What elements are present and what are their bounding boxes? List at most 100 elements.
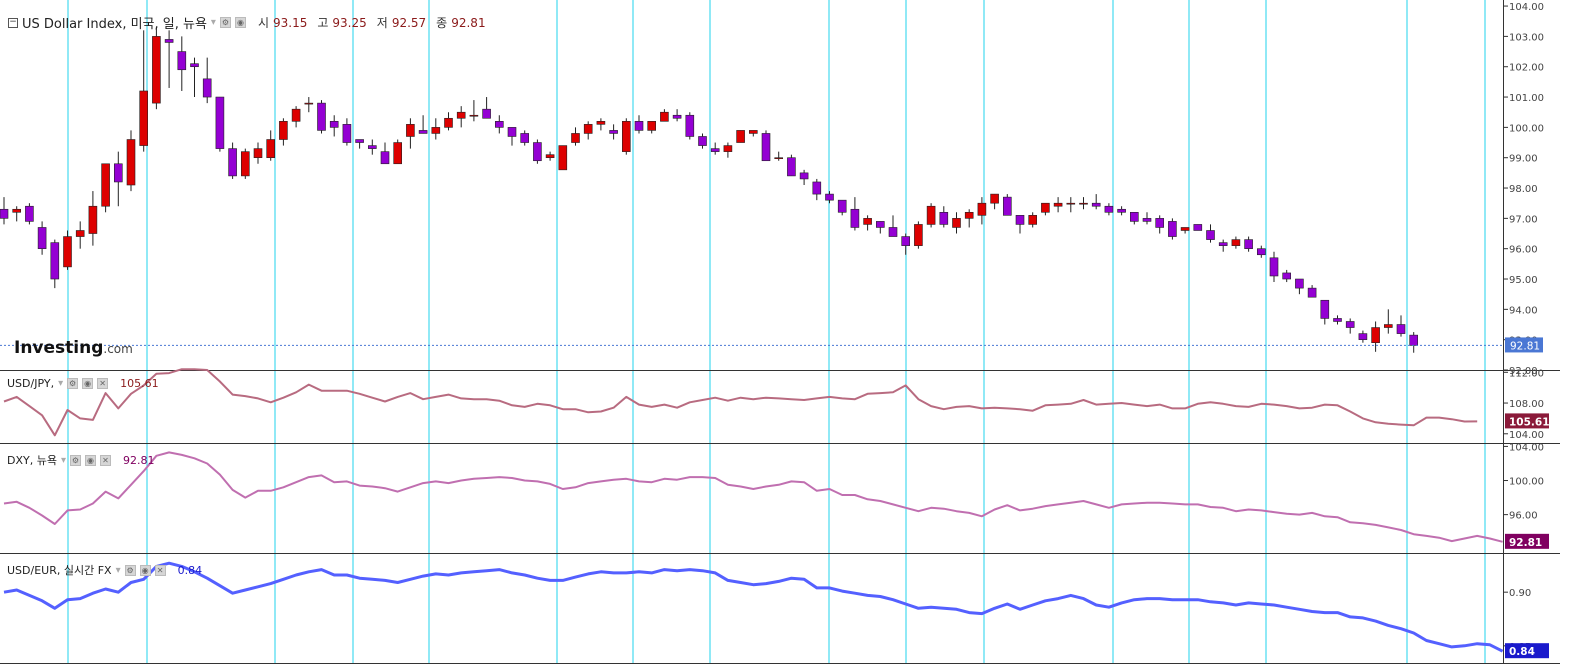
candle-body bbox=[393, 142, 403, 165]
candle-body bbox=[1409, 334, 1418, 346]
ohlc-close-label: 종 bbox=[436, 16, 448, 30]
y-tick-label: 95.00 bbox=[1509, 275, 1538, 286]
candle-body bbox=[1282, 272, 1291, 280]
candle-body bbox=[241, 151, 250, 177]
candle-body bbox=[1053, 202, 1063, 207]
y-tick-label: 103.00 bbox=[1509, 32, 1544, 43]
chevron-down-icon[interactable]: ▾ bbox=[61, 455, 66, 466]
candle-body bbox=[1320, 299, 1330, 319]
candle-body bbox=[380, 151, 390, 165]
candle-body bbox=[317, 102, 326, 131]
candle-body bbox=[253, 148, 263, 159]
candle-body bbox=[1218, 242, 1228, 246]
y-tick-label: 96.00 bbox=[1509, 245, 1538, 256]
candle-body bbox=[164, 39, 174, 43]
close-icon[interactable]: ✕ bbox=[154, 564, 166, 576]
candle-body bbox=[1155, 218, 1164, 228]
candle-body bbox=[444, 117, 453, 128]
candle-body bbox=[202, 78, 212, 98]
candle-body bbox=[177, 51, 187, 71]
candle-body bbox=[304, 102, 314, 105]
settings-icon[interactable]: ⚙ bbox=[67, 378, 79, 389]
candle-body bbox=[139, 90, 148, 146]
candle-body bbox=[342, 124, 352, 143]
visibility-icon[interactable]: ◉ bbox=[139, 564, 151, 576]
dxy-symbol[interactable]: DXY, 뉴욕 bbox=[7, 452, 57, 468]
visibility-icon[interactable]: ◉ bbox=[234, 17, 246, 28]
candle-body bbox=[367, 145, 377, 149]
candle-body bbox=[1345, 321, 1355, 328]
y-tick-label: 104.00 bbox=[1509, 2, 1544, 13]
candle-body bbox=[1002, 196, 1012, 216]
settings-icon[interactable]: ⚙ bbox=[124, 564, 136, 576]
main-legend: − US Dollar Index, 미국, 일, 뉴욕 ▾ ⚙ ◉ 시 93.1… bbox=[8, 13, 486, 32]
candle-body bbox=[825, 193, 834, 201]
y-tick-label: 100.00 bbox=[1509, 123, 1544, 134]
candle-body bbox=[1371, 327, 1380, 344]
candle-body bbox=[494, 121, 504, 128]
candle-body bbox=[355, 139, 364, 143]
candle-body bbox=[469, 114, 479, 117]
y-tick-label: 97.00 bbox=[1509, 214, 1538, 225]
y-tick-label: 0.90 bbox=[1509, 588, 1531, 599]
usdjpy-symbol[interactable]: USD/JPY, bbox=[7, 377, 54, 390]
dxy-series-line-badge-label: 92.81 bbox=[1509, 537, 1542, 549]
visibility-icon[interactable]: ◉ bbox=[82, 378, 94, 389]
candle-body bbox=[850, 208, 860, 228]
candle-body bbox=[723, 145, 733, 152]
y-tick-label: 102.00 bbox=[1509, 63, 1544, 74]
candle-body bbox=[482, 108, 491, 119]
close-icon[interactable]: ✕ bbox=[97, 378, 109, 389]
ohlc-close-value: 92.81 bbox=[451, 15, 486, 30]
collapse-icon[interactable]: − bbox=[8, 17, 18, 28]
candle-body bbox=[533, 142, 542, 162]
candle-body bbox=[456, 111, 466, 119]
settings-icon[interactable]: ⚙ bbox=[70, 454, 81, 466]
dxy-legend: DXY, 뉴욕 ▾ ⚙ ◉ ✕ 92.81 bbox=[7, 452, 155, 468]
ohlc-open-value: 93.15 bbox=[273, 15, 308, 30]
candle-body bbox=[977, 202, 987, 216]
candle-body bbox=[418, 130, 428, 134]
main-symbol[interactable]: US Dollar Index, 미국, 일, 뉴욕 bbox=[22, 13, 207, 32]
usdjpy-series-line-badge-label: 105.61 bbox=[1509, 416, 1550, 428]
candle-body bbox=[926, 205, 936, 225]
investing-logo: Investing.com bbox=[14, 338, 133, 358]
chevron-down-icon[interactable]: ▾ bbox=[58, 378, 63, 389]
chevron-down-icon[interactable]: ▾ bbox=[116, 565, 121, 576]
y-tick-label: 99.00 bbox=[1509, 154, 1538, 165]
visibility-icon[interactable]: ◉ bbox=[85, 454, 96, 466]
candle-body bbox=[520, 133, 530, 143]
candle-body bbox=[101, 163, 110, 207]
candle-body bbox=[837, 199, 847, 213]
usdeur-symbol[interactable]: USD/EUR, 실시간 FX bbox=[7, 562, 112, 578]
candle-body bbox=[215, 96, 225, 149]
usdeur-series-line-badge-label: 0.84 bbox=[1509, 646, 1535, 658]
candle-body bbox=[1091, 202, 1101, 207]
candle-body bbox=[190, 63, 199, 68]
candle-body bbox=[1104, 205, 1114, 213]
candle-body bbox=[406, 124, 415, 137]
usdjpy-value: 105.61 bbox=[120, 377, 159, 390]
y-tick-label: 112.00 bbox=[1509, 368, 1544, 379]
y-tick-label: 100.00 bbox=[1509, 477, 1544, 488]
candle-body bbox=[863, 218, 872, 225]
candle-body bbox=[1269, 257, 1279, 277]
candle-body bbox=[152, 36, 161, 104]
candle-body bbox=[1180, 227, 1190, 231]
close-icon[interactable]: ✕ bbox=[100, 454, 111, 466]
y-tick-label: 101.00 bbox=[1509, 93, 1544, 104]
candle-body bbox=[1066, 202, 1076, 205]
candle-body bbox=[1142, 218, 1152, 222]
chevron-down-icon[interactable]: ▾ bbox=[211, 17, 216, 28]
candle-body bbox=[634, 121, 644, 131]
candle-body bbox=[291, 108, 301, 122]
candle-body bbox=[583, 124, 593, 134]
candle-body bbox=[787, 157, 796, 177]
candle-body bbox=[1130, 211, 1139, 222]
candle-body bbox=[1193, 224, 1203, 231]
chart-root: 104.00 103.00 102.00 101.00 100.00 99.00 98.00… bbox=[0, 0, 1560, 664]
candle-body bbox=[1079, 202, 1088, 205]
settings-icon[interactable]: ⚙ bbox=[219, 17, 231, 28]
candle-body bbox=[75, 230, 85, 237]
candle-body bbox=[63, 236, 72, 268]
